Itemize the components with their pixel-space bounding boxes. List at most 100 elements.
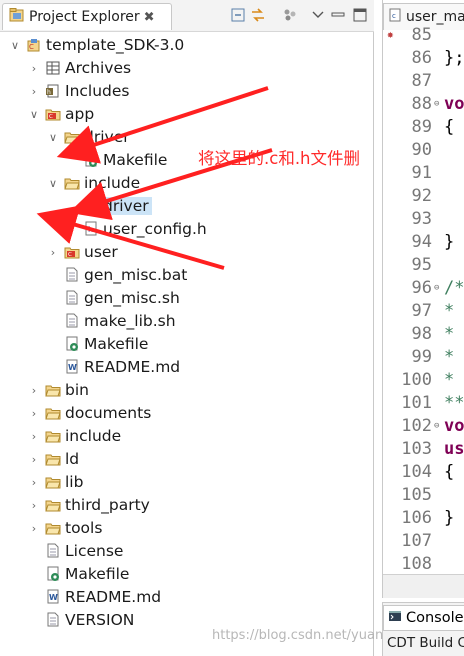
tree-item-third-party[interactable]: › third_party xyxy=(27,494,150,516)
tree-item-app[interactable]: ∨ C app xyxy=(27,103,94,125)
svg-text:C: C xyxy=(68,252,72,258)
line-number: 95 xyxy=(411,254,432,275)
tree-item-root-include[interactable]: › include xyxy=(27,425,121,447)
code-line: 102 ⊖ vo xyxy=(383,414,464,437)
code-line: 104 { xyxy=(383,460,464,483)
expand-arrow-icon[interactable]: ∨ xyxy=(8,38,22,52)
expand-arrow-icon[interactable]: › xyxy=(27,383,41,397)
tree-item-app-driver[interactable]: ∨ driver xyxy=(46,126,130,148)
tab-project-explorer[interactable]: Project Explorer ✖ xyxy=(2,3,172,30)
line-number: 101 xyxy=(401,392,432,413)
link-with-editor-icon[interactable] xyxy=(250,7,266,23)
tree-item-tools[interactable]: › tools xyxy=(27,517,103,539)
code-text: * xyxy=(444,323,455,344)
tree-item-license[interactable]: License xyxy=(27,540,123,562)
expand-arrow-icon[interactable]: › xyxy=(27,521,41,535)
code-line: 89 { xyxy=(383,115,464,138)
fold-icon[interactable]: ⊖ xyxy=(434,283,439,293)
code-text: /* xyxy=(444,277,464,298)
line-number: 90 xyxy=(411,139,432,160)
line-number: 108 xyxy=(401,553,432,574)
view-menu-icon[interactable] xyxy=(310,7,326,23)
tree-item-app-makefile[interactable]: Makefile xyxy=(46,333,148,355)
svg-text:c: c xyxy=(392,12,396,20)
code-line: 97 * xyxy=(383,299,464,322)
tree-item-make-lib-sh[interactable]: make_lib.sh xyxy=(46,310,176,332)
tree-item-gen-misc-sh[interactable]: gen_misc.sh xyxy=(46,287,180,309)
tree-item-label: documents xyxy=(65,404,152,422)
code-line: 105 xyxy=(383,483,464,506)
code-line: ✸ 85 xyxy=(383,23,464,46)
expand-arrow-icon[interactable]: ∨ xyxy=(46,176,60,190)
collapse-all-icon[interactable] xyxy=(230,7,246,23)
expand-arrow-icon[interactable]: › xyxy=(46,245,60,259)
tree-item-archives[interactable]: › Archives xyxy=(27,57,131,79)
horizontal-scrollbar[interactable] xyxy=(383,574,464,598)
folder-icon xyxy=(45,474,61,490)
expand-arrow-icon[interactable]: › xyxy=(27,498,41,512)
tree-item-documents[interactable]: › documents xyxy=(27,402,151,424)
close-icon[interactable]: ✖ xyxy=(144,10,155,25)
code-line: 103 us xyxy=(383,437,464,460)
tree-item-label: template_SDK-3.0 xyxy=(46,36,185,54)
tree-item-ld[interactable]: › ld xyxy=(27,448,79,470)
tab-console[interactable]: Console xyxy=(383,605,464,631)
expand-arrow-icon xyxy=(46,360,60,374)
code-text: } xyxy=(444,507,455,528)
tree-item-app-readme[interactable]: W README.md xyxy=(46,356,180,378)
tree-item-root-readme[interactable]: W README.md xyxy=(27,586,161,608)
makefile-icon xyxy=(83,152,99,168)
tree-item-label: third_party xyxy=(65,496,150,514)
tree-item-makefile[interactable]: Makefile xyxy=(65,149,167,171)
expand-arrow-icon[interactable]: › xyxy=(27,475,41,489)
fold-icon[interactable]: ⊖ xyxy=(434,421,439,431)
file-icon xyxy=(45,612,61,628)
tree-item-version[interactable]: VERSION xyxy=(27,609,134,631)
tab-label: Project Explorer xyxy=(29,9,140,25)
fold-icon[interactable]: ⊖ xyxy=(434,99,439,109)
tree-item-lib[interactable]: › lib xyxy=(27,471,84,493)
tree-item-user[interactable]: › C user xyxy=(46,241,118,263)
folder-icon xyxy=(45,428,61,444)
expand-arrow-icon[interactable]: › xyxy=(27,429,41,443)
expand-arrow-icon[interactable]: › xyxy=(27,452,41,466)
tree-item-label: user_config.h xyxy=(103,220,207,238)
project-explorer-icon xyxy=(9,7,25,27)
maximize-icon[interactable] xyxy=(352,7,368,23)
line-number: 98 xyxy=(411,323,432,344)
line-number: 93 xyxy=(411,208,432,229)
minimize-icon[interactable] xyxy=(330,7,346,23)
folder-icon xyxy=(45,451,61,467)
expand-arrow-icon[interactable]: ∨ xyxy=(27,107,41,121)
file-icon xyxy=(45,543,61,559)
expand-arrow-icon[interactable]: › xyxy=(27,61,41,75)
source-folder-icon: C xyxy=(64,244,80,260)
tree-item-include-driver[interactable]: driver xyxy=(65,195,152,217)
expand-arrow-icon[interactable]: › xyxy=(27,84,41,98)
code-editor[interactable]: c user_ma ✸ 85 86}; 87 88 ⊖ vo 89{ 90 91 92… xyxy=(382,0,464,598)
line-number: 92 xyxy=(411,185,432,206)
expand-arrow-icon[interactable]: › xyxy=(27,406,41,420)
folder-icon xyxy=(45,382,61,398)
code-line: 99 * xyxy=(383,345,464,368)
tree-item-root-makefile[interactable]: Makefile xyxy=(27,563,129,585)
tree-item-label: bin xyxy=(65,381,89,399)
tree-item-includes[interactable]: › h Includes xyxy=(27,80,130,102)
svg-text:W: W xyxy=(68,363,77,372)
tree-item-include[interactable]: ∨ include xyxy=(46,172,140,194)
tree-item-gen-misc-bat[interactable]: gen_misc.bat xyxy=(46,264,187,286)
tree-item-user-config[interactable]: › h user_config.h xyxy=(65,218,207,240)
annotation-text: 将这里的.c和.h文件删 xyxy=(198,149,361,168)
tree-item-bin[interactable]: › bin xyxy=(27,379,89,401)
line-number: 104 xyxy=(401,461,432,482)
code-line: 96 ⊖ /* xyxy=(383,276,464,299)
tree-item-project[interactable]: ∨ C template_SDK-3.0 xyxy=(8,34,184,56)
archives-icon xyxy=(45,60,61,76)
expand-arrow-icon xyxy=(27,544,41,558)
expand-arrow-icon[interactable]: ∨ xyxy=(46,130,60,144)
line-number: 89 xyxy=(411,116,432,137)
filter-icon[interactable] xyxy=(282,7,298,23)
source-folder-icon: C xyxy=(45,106,61,122)
line-number: 91 xyxy=(411,162,432,183)
expand-arrow-icon[interactable]: › xyxy=(65,222,79,236)
